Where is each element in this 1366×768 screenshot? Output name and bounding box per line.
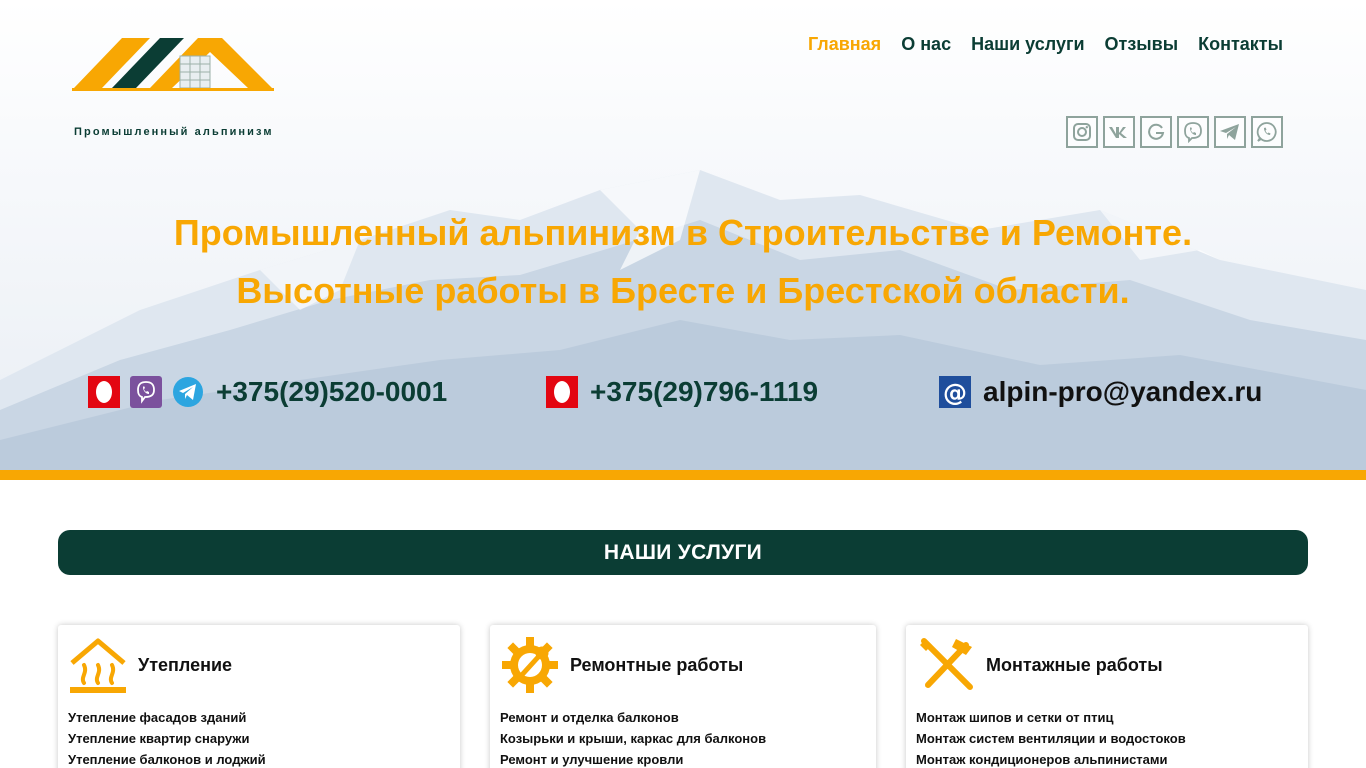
mts-icon[interactable] (88, 376, 120, 408)
telegram-icon (1220, 124, 1239, 140)
service-title: Монтажные работы (986, 654, 1163, 675)
service-item[interactable]: Монтаж кондиционеров альпинистами (916, 749, 1298, 768)
service-item[interactable]: Ремонт и улучшение кровли (500, 749, 866, 768)
service-item[interactable]: Монтаж систем вентиляции и водостоков (916, 728, 1298, 749)
nav-item-about[interactable]: О нас (901, 33, 951, 55)
service-card-repair[interactable]: Ремонтные работы Ремонт и отделка балкон… (490, 625, 876, 768)
nav-item-services[interactable]: Наши услуги (971, 33, 1084, 55)
service-item[interactable]: Утепление фасадов зданий (68, 707, 450, 728)
service-item[interactable]: Утепление квартир снаружи (68, 728, 450, 749)
viber-button[interactable] (1177, 116, 1209, 148)
brand-tagline: Промышленный альпинизм (74, 126, 274, 138)
hero-headline: Промышленный альпинизм в Строительстве и… (0, 204, 1366, 320)
instagram-icon (1073, 123, 1091, 141)
contact-phone-1: +375(29)520-0001 (88, 376, 447, 408)
service-title: Ремонтные работы (570, 654, 744, 675)
whatsapp-button[interactable] (1251, 116, 1283, 148)
phone-number-2[interactable]: +375(29)796-1119 (590, 376, 818, 408)
contact-phone-2: +375(29)796-1119 (546, 376, 818, 408)
google-button[interactable] (1140, 116, 1172, 148)
hero-headline-line-2: Высотные работы в Бресте и Брестской обл… (236, 270, 1130, 311)
repair-gear-icon (502, 637, 558, 693)
tools-icon (920, 638, 973, 690)
nav-item-reviews[interactable]: Отзывы (1105, 33, 1179, 55)
services-heading: НАШИ УСЛУГИ (58, 530, 1308, 575)
contact-email: @ alpin-pro@yandex.ru (939, 376, 1262, 408)
social-links (1066, 116, 1283, 148)
svg-text:@: @ (943, 379, 967, 407)
service-item[interactable]: Монтаж шипов и сетки от птиц (916, 707, 1298, 728)
email-icon[interactable]: @ (939, 376, 971, 408)
service-card-insulation[interactable]: Утепление Утепление фасадов зданий Утепл… (58, 625, 460, 768)
service-item[interactable]: Ремонт и отделка балконов (500, 707, 866, 728)
service-card-installation[interactable]: Монтажные работы Монтаж шипов и сетки от… (906, 625, 1308, 768)
whatsapp-icon (1256, 122, 1277, 142)
phone-number-1[interactable]: +375(29)520-0001 (216, 376, 447, 408)
service-item[interactable]: Утепление балконов и лоджий (68, 749, 450, 768)
insulation-icon (70, 638, 126, 693)
service-title: Утепление (138, 654, 233, 675)
mts-icon[interactable] (546, 376, 578, 408)
vk-button[interactable] (1103, 116, 1135, 148)
main-nav: Главная О нас Наши услуги Отзывы Контакт… (808, 33, 1283, 55)
viber-icon[interactable] (130, 376, 162, 408)
google-icon (1148, 123, 1165, 140)
telegram-button[interactable] (1214, 116, 1246, 148)
telegram-icon[interactable] (172, 376, 204, 408)
instagram-button[interactable] (1066, 116, 1098, 148)
email-address[interactable]: alpin-pro@yandex.ru (983, 376, 1262, 408)
service-item[interactable]: Козырьки и крыши, каркас для балконов (500, 728, 866, 749)
hero-headline-line-1: Промышленный альпинизм в Строительстве и… (173, 212, 1193, 253)
nav-item-home[interactable]: Главная (808, 33, 881, 55)
vk-icon (1109, 127, 1127, 138)
hero-accent-bar (0, 470, 1366, 480)
nav-item-contacts[interactable]: Контакты (1198, 33, 1283, 55)
company-logo[interactable] (72, 34, 274, 92)
viber-icon (1184, 122, 1202, 143)
